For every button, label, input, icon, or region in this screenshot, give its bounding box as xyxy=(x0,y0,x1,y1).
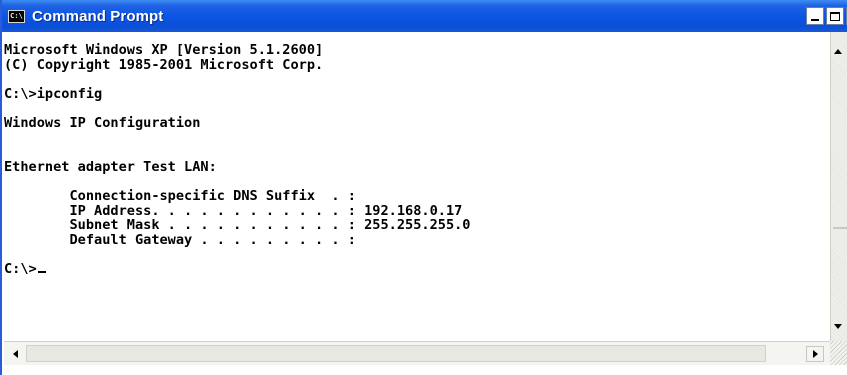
console-line: Default Gateway . . . . . . . . . : xyxy=(4,231,356,248)
console-output-area[interactable]: Microsoft Windows XP [Version 5.1.2600] … xyxy=(4,32,830,341)
vertical-scrollbar[interactable] xyxy=(830,32,847,341)
console-line: Microsoft Windows XP [Version 5.1.2600] xyxy=(4,42,324,58)
console-line: Windows IP Configuration xyxy=(4,114,201,131)
maximize-button[interactable] xyxy=(826,7,844,25)
horizontal-scrollbar[interactable] xyxy=(4,341,830,365)
vertical-scroll-thumb[interactable] xyxy=(833,227,847,229)
text-cursor xyxy=(37,270,46,273)
maximize-icon xyxy=(830,11,840,21)
scroll-right-button[interactable] xyxy=(806,346,824,362)
scroll-right-icon xyxy=(812,350,818,358)
command-prompt: C:\> xyxy=(4,260,37,277)
command-prompt-window: C:\ Command Prompt × Microsoft Windows X… xyxy=(0,0,847,375)
console-line: C:\>ipconfig xyxy=(4,85,103,102)
scroll-up-icon[interactable] xyxy=(834,49,842,54)
minimize-icon xyxy=(811,19,819,21)
horizontal-scroll-thumb[interactable] xyxy=(26,345,766,362)
scroll-down-icon[interactable] xyxy=(834,324,842,329)
console-icon[interactable]: C:\ xyxy=(8,9,25,23)
scroll-left-button[interactable] xyxy=(8,346,22,362)
console-line: IP Address. . . . . . . . . . . . : 192.… xyxy=(4,202,463,219)
console-line: Ethernet adapter Test LAN: xyxy=(4,158,217,175)
title-bar[interactable]: C:\ Command Prompt × xyxy=(2,0,847,32)
window-title: Command Prompt xyxy=(32,7,164,25)
console-line: Connection-specific DNS Suffix . : xyxy=(4,187,356,204)
console-line: (C) Copyright 1985-2001 Microsoft Corp. xyxy=(4,56,324,73)
console-line: Subnet Mask . . . . . . . . . . . : 255.… xyxy=(4,217,471,234)
minimize-button[interactable] xyxy=(806,7,824,25)
console-text: Microsoft Windows XP [Version 5.1.2600] … xyxy=(4,43,471,277)
resize-grip[interactable] xyxy=(830,341,847,365)
console-icon-label: C:\ xyxy=(10,11,23,20)
window-bottom-edge xyxy=(2,365,847,375)
scroll-left-icon xyxy=(12,350,18,358)
